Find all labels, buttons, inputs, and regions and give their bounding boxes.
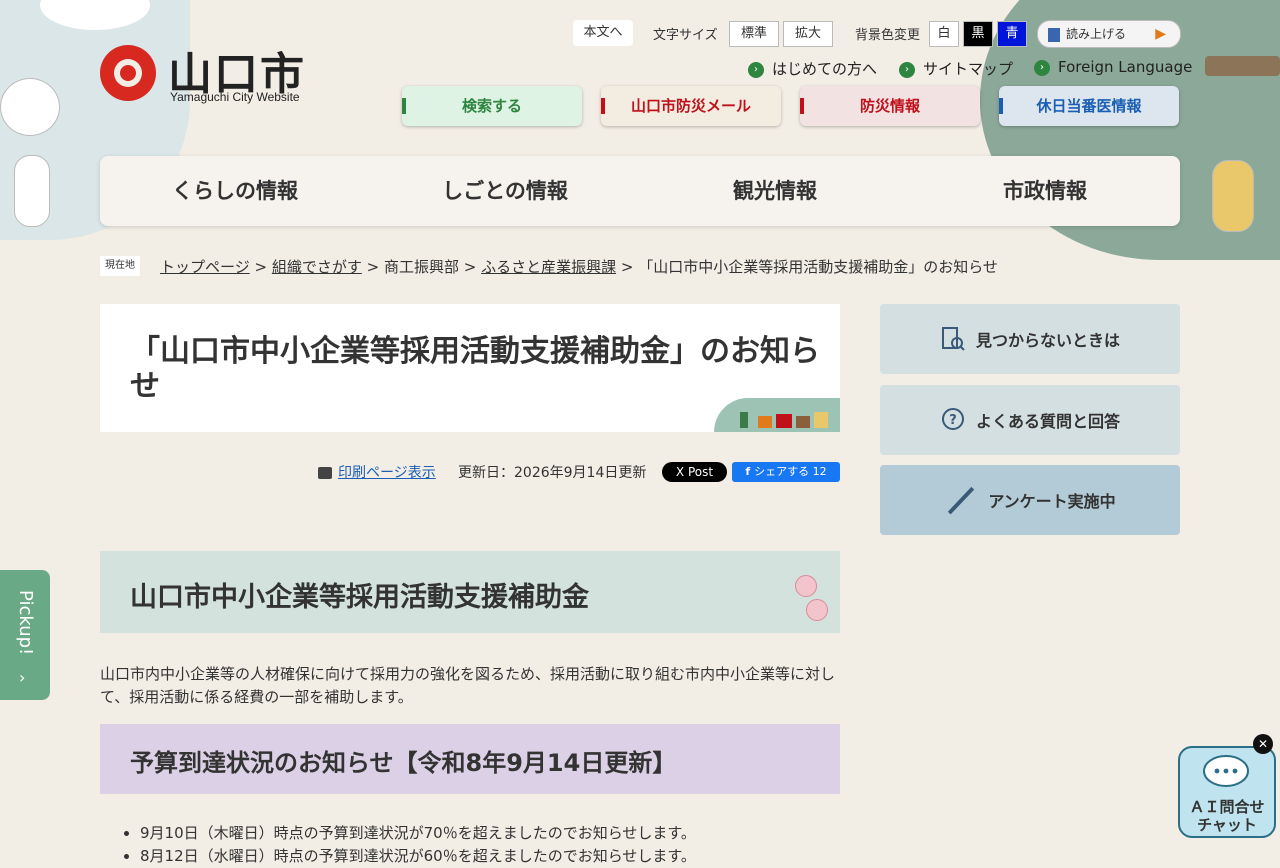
search-button[interactable]: 検索する — [402, 86, 582, 126]
breadcrumb-current-tag: 現在地 — [100, 256, 140, 276]
fish-illustration — [0, 78, 60, 136]
disaster-mail-button[interactable]: 山口市防災メール — [601, 86, 781, 126]
town-decoration — [714, 398, 840, 432]
ai-chat-label-1: ＡＩ問合せ — [1189, 798, 1265, 816]
flower-icon — [795, 575, 817, 597]
document-search-icon — [941, 327, 965, 351]
facebook-share-label: シェアする 12 — [754, 465, 827, 478]
close-icon[interactable]: ✕ — [1253, 734, 1273, 754]
accent-bar — [601, 98, 605, 114]
houses-icon — [740, 412, 828, 428]
nav-living[interactable]: くらしの情報 — [100, 156, 370, 226]
list-item: 8月12日（水曜日）時点の予算到達状況が60％を超えましたのでお知らせします。 — [140, 845, 696, 868]
breadcrumb-department: 商工振興部 — [383, 258, 459, 276]
flower-icon — [806, 599, 828, 621]
faq-button[interactable]: ? よくある質問と回答 — [880, 385, 1180, 455]
play-icon: ▶ — [1155, 26, 1166, 42]
font-size-large-button[interactable]: 拡大 — [783, 21, 833, 47]
budget-status-list: 9月10日（木曜日）時点の予算到達状況が70％を超えましたのでお知らせします。 … — [120, 822, 696, 868]
bg-blue-button[interactable]: 青 — [997, 21, 1027, 47]
print-link[interactable]: 印刷ページ表示 — [318, 462, 436, 482]
x-post-button[interactable]: X Post — [662, 462, 727, 482]
read-aloud-button[interactable]: 読み上げる ▶ — [1037, 20, 1181, 48]
nav-business[interactable]: しごとの情報 — [370, 156, 640, 226]
ai-chat-label-2: チャット — [1197, 816, 1257, 834]
disaster-info-button[interactable]: 防災情報 — [800, 86, 980, 126]
survey-button[interactable]: アンケート実施中 — [880, 465, 1180, 535]
read-aloud-label: 読み上げる — [1066, 27, 1127, 41]
not-found-label: 見つからないときは — [975, 331, 1120, 350]
skip-to-content-link[interactable]: 本文へ — [573, 20, 633, 46]
printer-icon — [318, 467, 332, 479]
chevron-right-icon: › — [899, 61, 915, 78]
bg-white-button[interactable]: 白 — [929, 21, 959, 47]
chevron-right-icon: › — [1034, 59, 1050, 76]
person-illustration — [14, 155, 50, 227]
accent-bar — [800, 98, 804, 114]
font-size-standard-button[interactable]: 標準 — [729, 21, 779, 47]
print-link-label[interactable]: 印刷ページ表示 — [338, 465, 436, 481]
site-logo-subtitle: Yamaguchi City Website — [170, 90, 300, 104]
nav-tourism[interactable]: 観光情報 — [640, 156, 910, 226]
accent-bar — [999, 98, 1003, 114]
intro-text: 山口市内中小企業等の人材確保に向けて採用力の強化を図るため、採用活動に取り組む市… — [100, 665, 836, 706]
survey-label: アンケート実施中 — [988, 492, 1116, 511]
holiday-doctor-button[interactable]: 休日当番医情報 — [999, 86, 1179, 126]
sitemap-link-label: サイトマップ — [923, 60, 1014, 78]
question-bubble-icon: ? — [941, 408, 964, 430]
pencil-icon — [948, 486, 975, 515]
breadcrumb-section[interactable]: ふるさと産業振興課 — [481, 258, 616, 276]
town-illustration — [1205, 56, 1280, 76]
accent-bar — [402, 98, 406, 114]
not-found-button[interactable]: 見つからないときは — [880, 304, 1180, 374]
beginner-link-label: はじめての方へ — [772, 60, 878, 78]
faq-label: よくある質問と回答 — [975, 412, 1120, 431]
farmer-illustration — [1212, 160, 1254, 232]
page-title: 「山口市中小企業等採用活動支援補助金」のお知らせ — [130, 334, 820, 404]
updated-date: 更新日：2026年9月14日更新 — [458, 465, 647, 481]
svg-text:?: ? — [949, 413, 957, 428]
breadcrumb-top[interactable]: トップページ — [160, 258, 250, 276]
bg-black-button[interactable]: 黒 — [963, 21, 993, 47]
breadcrumb-organization[interactable]: 組織でさがす — [272, 258, 362, 276]
ai-chat-button[interactable]: ＡＩ問合せ チャット — [1178, 746, 1276, 838]
section-heading: 山口市中小企業等採用活動支援補助金 — [130, 582, 589, 613]
foreign-language-link[interactable]: › Foreign Language — [1034, 58, 1192, 76]
holiday-doctor-label: 休日当番医情報 — [1036, 97, 1142, 115]
pickup-label: Pickup! — [15, 590, 36, 656]
pickup-tab[interactable]: Pickup! › — [0, 570, 50, 700]
sitemap-link[interactable]: › サイトマップ — [899, 58, 1013, 79]
breadcrumb-current: 「山口市中小企業等採用活動支援補助金」のお知らせ — [638, 258, 998, 276]
bg-color-label: 背景色変更 — [855, 28, 921, 43]
list-item: 9月10日（木曜日）時点の予算到達状況が70％を超えましたのでお知らせします。 — [140, 822, 696, 845]
speaker-icon — [1048, 27, 1060, 42]
facebook-icon: f — [745, 465, 751, 478]
main-navigation: くらしの情報 しごとの情報 観光情報 市政情報 — [100, 156, 1180, 226]
disaster-mail-label: 山口市防災メール — [630, 97, 751, 115]
city-emblem-icon[interactable] — [100, 45, 156, 101]
facebook-share-button[interactable]: f シェアする 12 — [732, 462, 840, 482]
chat-bubble-icon — [1203, 755, 1249, 787]
chevron-right-icon: › — [748, 61, 764, 78]
chevron-right-icon: › — [19, 668, 26, 687]
foreign-language-label: Foreign Language — [1058, 58, 1193, 76]
font-size-label: 文字サイズ — [653, 28, 718, 43]
beginner-link[interactable]: › はじめての方へ — [748, 58, 877, 79]
disaster-info-label: 防災情報 — [859, 97, 920, 115]
nav-city-government[interactable]: 市政情報 — [910, 156, 1180, 226]
breadcrumb: トップページ > 組織でさがす > 商工振興部 > ふるさと産業振興課 > 「山… — [160, 258, 998, 276]
search-button-label: 検索する — [461, 97, 522, 115]
subheading: 予算到達状況のお知らせ【令和8年9月14日更新】 — [130, 749, 677, 777]
